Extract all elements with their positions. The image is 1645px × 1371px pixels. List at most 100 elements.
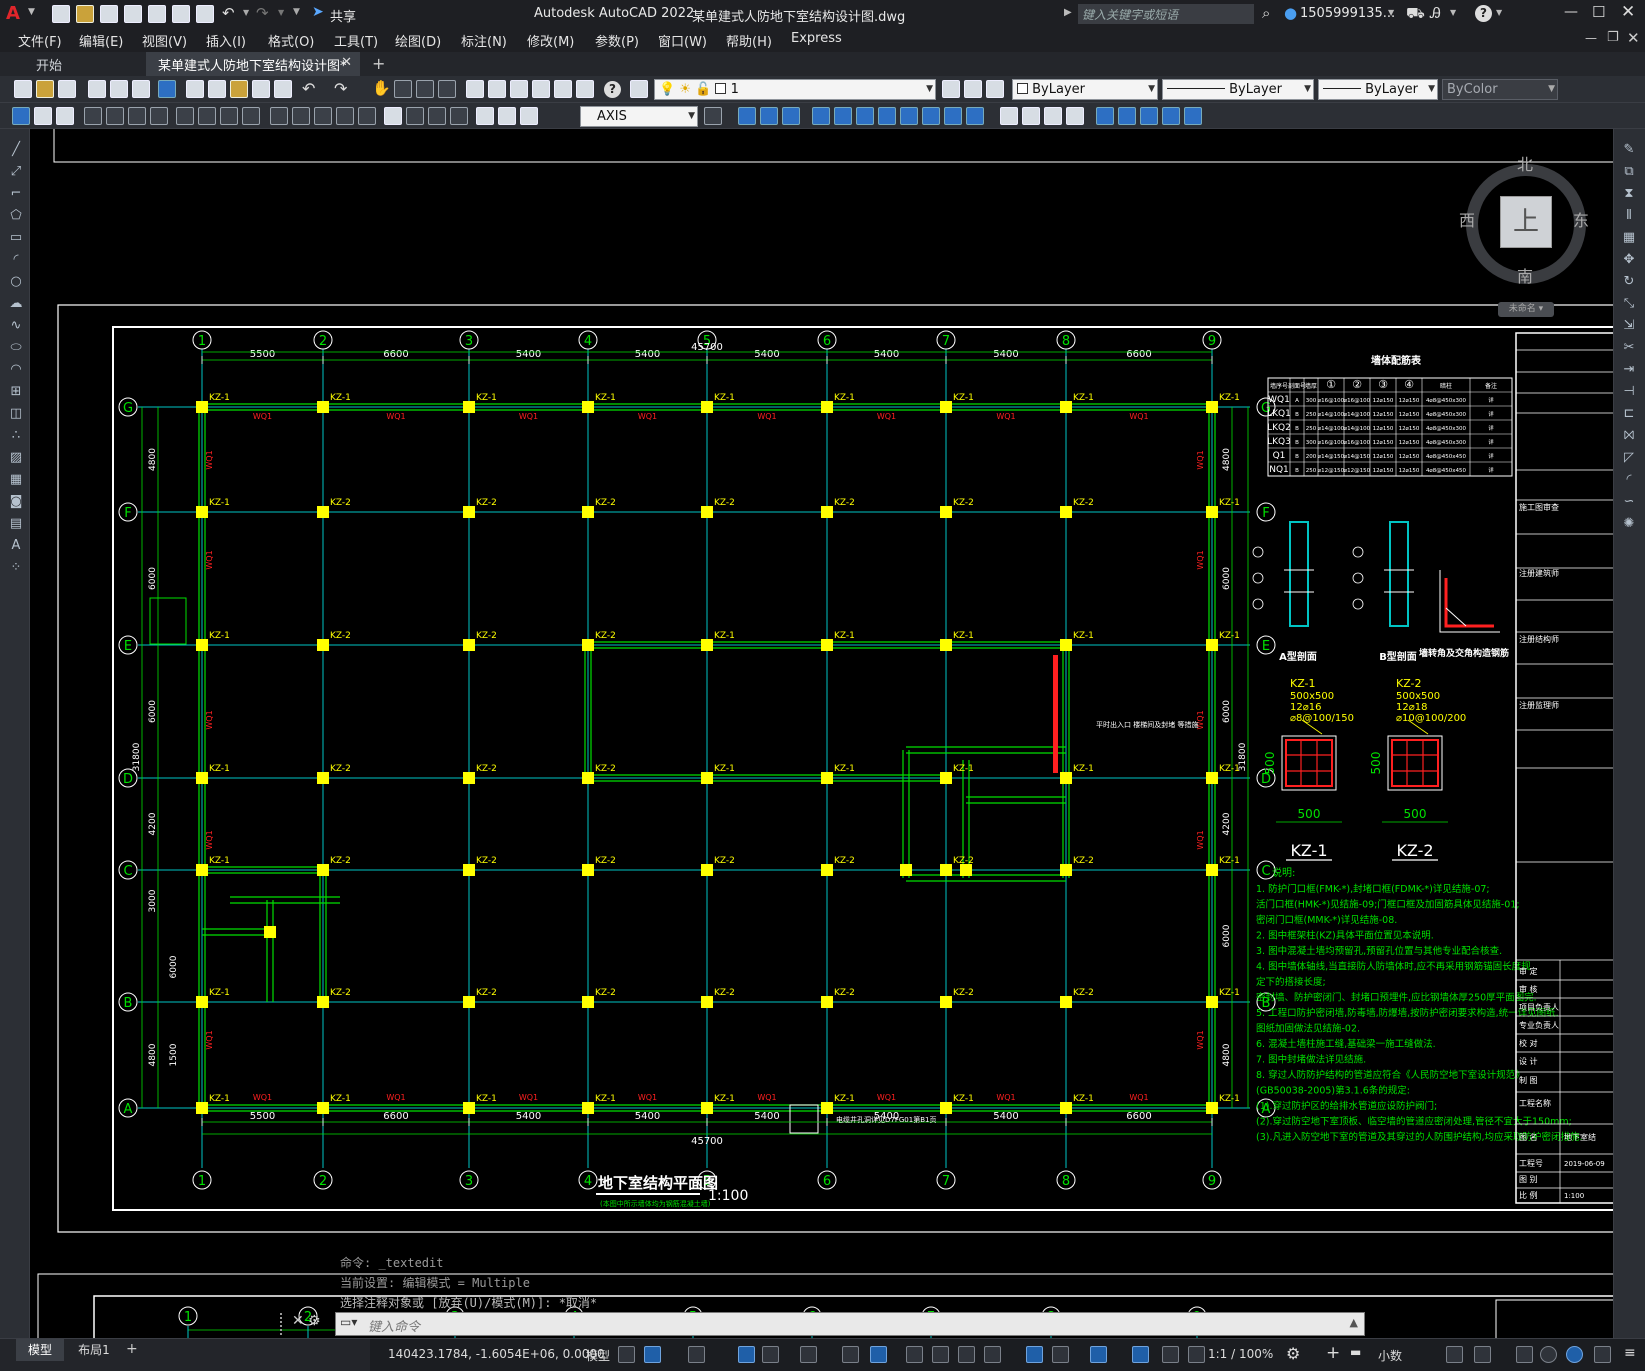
tb2-chamfer-icon[interactable] [1044, 107, 1062, 125]
command-input[interactable]: ▭▾ 键入命令 ▲ [335, 1312, 1365, 1336]
stretch-icon[interactable]: ⇲ [1618, 317, 1640, 335]
erase-icon[interactable]: ✎ [1618, 141, 1640, 159]
layer-lock-icon[interactable]: 🔓 [695, 82, 711, 97]
chamfer-icon[interactable]: ◸ [1618, 449, 1640, 467]
snap-icon[interactable] [644, 1346, 661, 1363]
auto-scale-icon[interactable] [1162, 1346, 1179, 1363]
doc-minimize-icon[interactable]: — [1585, 31, 1597, 45]
share-button[interactable]: 共享 [330, 6, 356, 25]
tb2-dim-edit-icon[interactable] [476, 107, 494, 125]
save-icon[interactable] [100, 5, 118, 23]
rotate-icon[interactable]: ↻ [1618, 273, 1640, 291]
circle-icon[interactable]: ○ [6, 273, 26, 291]
tb2-pedit-icon[interactable] [1162, 107, 1180, 125]
color-dropdown-arrow-icon[interactable]: ▼ [1148, 80, 1155, 99]
scale-icon[interactable]: ⤡ [1618, 295, 1640, 313]
lineweight-dropdown-arrow-icon[interactable]: ▼ [1428, 80, 1435, 99]
tb2-dim-jogged-icon[interactable] [198, 107, 216, 125]
tb-zoom-realtime-icon[interactable] [394, 80, 412, 98]
tb2-move-icon[interactable] [856, 107, 874, 125]
compass-north[interactable]: 北 [1517, 151, 1533, 175]
command-close-icon[interactable]: ✕ [292, 1313, 304, 1329]
minimize-icon[interactable]: — [1564, 4, 1578, 20]
compass-south[interactable]: 南 [1517, 263, 1533, 287]
menu-help[interactable]: 帮助(H) [726, 31, 772, 50]
viewcube[interactable]: 上 北 南 东 西 未命名 ▾ [1459, 155, 1592, 317]
tb2-dim-ordinate-icon[interactable] [150, 107, 168, 125]
drawing-title[interactable]: 地下室结构平面图 [598, 1174, 718, 1192]
tb-make-current-icon[interactable] [942, 80, 960, 98]
break-icon[interactable]: ⊏ [1618, 405, 1640, 423]
clean-screen-icon[interactable] [1566, 1346, 1583, 1363]
add-layout-icon[interactable]: + [126, 1341, 138, 1357]
layer-freeze-icon[interactable]: ☀ [679, 82, 691, 97]
rectangle-icon[interactable]: ▭ [6, 229, 26, 247]
close-icon[interactable]: ✕ [1621, 2, 1635, 22]
tab-layout1[interactable]: 布局1 [70, 1339, 118, 1361]
tb-undo-icon[interactable]: ↶ [302, 79, 315, 98]
lock-ui-icon[interactable] [1474, 1346, 1491, 1363]
menu-parametric[interactable]: 参数(P) [595, 31, 639, 50]
units-value[interactable]: 小数 [1378, 1347, 1402, 1364]
layer-dropdown-arrow-icon[interactable]: ▼ [926, 80, 933, 99]
undo-dropdown-icon[interactable]: ▼ [243, 8, 249, 17]
drawing-scale[interactable]: 1:100 [708, 1188, 748, 1204]
tb-pan-icon[interactable]: ✋ [372, 79, 391, 97]
viewcube-top-face[interactable]: 上 [1500, 196, 1552, 248]
tb-new-icon[interactable] [14, 80, 32, 98]
search-input[interactable]: 键入关键字或短语 [1078, 4, 1254, 24]
drawing-canvas[interactable]: 112233445566778899G GF FE ED DC CB BA A 5500 660… [30, 129, 1613, 1338]
tb2-erase-icon[interactable] [738, 107, 756, 125]
linetype-dropdown[interactable]: ByLayer ▼ [1162, 79, 1314, 100]
tb2-explode-icon[interactable] [1096, 107, 1114, 125]
isodraft-icon[interactable] [800, 1346, 817, 1363]
section-details[interactable]: A型剖面 B型剖面 墙转角及交角构造钢筋 [1252, 521, 1509, 663]
tb2-align-icon[interactable] [1118, 107, 1136, 125]
menu-tools[interactable]: 工具(T) [334, 31, 378, 50]
tb-help-icon[interactable]: ? [604, 81, 621, 98]
menu-view[interactable]: 视图(V) [142, 31, 187, 50]
tab-start[interactable]: 开始 [22, 52, 142, 76]
command-customize-icon[interactable]: ⚙ [308, 1313, 321, 1329]
spline-icon[interactable]: ∿ [6, 317, 26, 335]
menu-express[interactable]: Express [791, 31, 842, 46]
share-icon[interactable]: ➤ [312, 4, 324, 20]
copy-icon[interactable]: ⧉ [1618, 163, 1640, 181]
tb2-field-icon[interactable] [34, 107, 52, 125]
tb-layer-properties-icon[interactable] [630, 80, 648, 98]
join-icon[interactable]: ⨝ [1618, 427, 1640, 445]
user-name[interactable]: 1505999135... [1300, 6, 1395, 21]
menu-edit[interactable]: 编辑(E) [79, 31, 123, 50]
tb2-scale-icon[interactable] [900, 107, 918, 125]
textstyle-dropdown-arrow-icon[interactable]: ▼ [688, 107, 695, 126]
annotation-monitor-icon[interactable]: + [1326, 1343, 1340, 1363]
textstyle-dropdown[interactable]: AXIS ▼ [580, 106, 698, 127]
title-block[interactable]: 审 定审 核项目负责人专业负责人校 对设 计制 图工程名称图 名工程号图 别比 … [1515, 332, 1613, 1204]
ortho-icon[interactable] [738, 1346, 755, 1363]
gradient-icon[interactable]: ▦ [6, 471, 26, 489]
tb2-dim-linear-icon[interactable] [84, 107, 102, 125]
tb-paste-icon[interactable] [230, 80, 248, 98]
polar-icon[interactable] [762, 1346, 779, 1363]
tb-calculator-icon[interactable] [576, 80, 594, 98]
layer-dropdown[interactable]: 💡 ☀ 🔓 1 ▼ [654, 79, 936, 100]
quick-properties-icon[interactable] [1446, 1346, 1463, 1363]
transparency-icon[interactable] [932, 1346, 949, 1363]
tb2-copy-object-icon[interactable] [760, 107, 778, 125]
insert-block-icon[interactable]: ⊞ [6, 383, 26, 401]
cart-icon[interactable]: ⛟ [1406, 4, 1425, 24]
help-dropdown-icon[interactable]: ▼ [1496, 8, 1502, 17]
tb2-dim-diameter-icon[interactable] [220, 107, 238, 125]
lineweight-dropdown[interactable]: ByLayer ▼ [1318, 79, 1438, 100]
tb2-fillet-icon[interactable] [1066, 107, 1084, 125]
tb2-spline-icon[interactable] [1184, 107, 1202, 125]
tb2-dimstyle-icon[interactable] [704, 107, 722, 125]
tb2-dim-space-icon[interactable] [336, 107, 354, 125]
tb-designcenter-icon[interactable] [488, 80, 506, 98]
lineweight-icon[interactable] [906, 1346, 923, 1363]
tb-toolpalettes-icon[interactable] [510, 80, 528, 98]
column-details[interactable]: KZ-1500x50012⌀16⌀8@100/150500500KZ-1KZ-2… [1263, 677, 1466, 861]
tb-markup-icon[interactable] [554, 80, 572, 98]
mirror-icon[interactable]: ⧗ [1618, 185, 1640, 203]
make-block-icon[interactable]: ◫ [6, 405, 26, 423]
